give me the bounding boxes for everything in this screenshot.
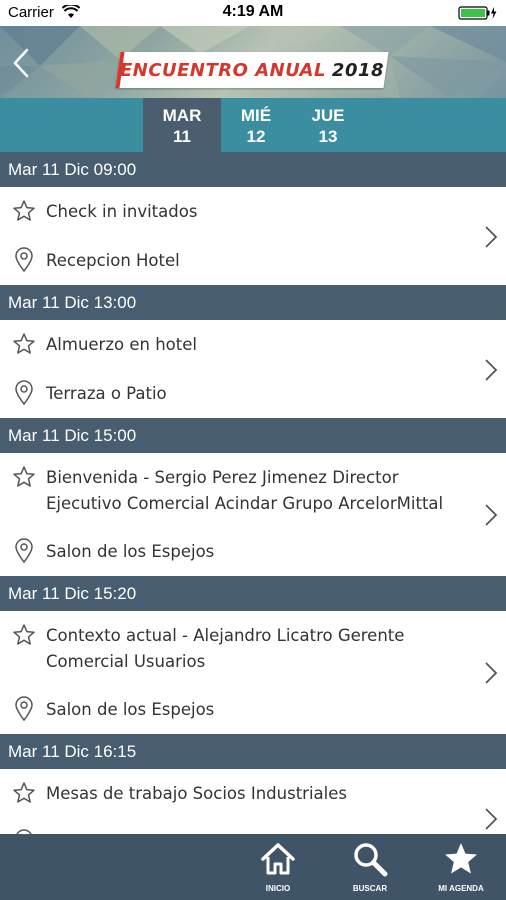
location-pin-icon: [15, 380, 33, 406]
tab-day-number: 11: [173, 127, 191, 146]
location-pin-icon: [15, 538, 33, 564]
chevron-right-icon: [485, 504, 498, 526]
location-pin-icon: [15, 247, 33, 273]
back-icon[interactable]: [12, 48, 30, 78]
session-title: Mesas de trabajo Socios Industriales: [46, 784, 347, 803]
time-section-header: Mar 11 Dic 13:00: [0, 285, 506, 320]
nav-label: INICIO: [265, 884, 291, 893]
tab-day-name: MIÉ: [240, 106, 272, 125]
session-item[interactable]: Almuerzo en hotel Terraza o Patio: [0, 320, 506, 418]
star-icon[interactable]: [12, 781, 36, 805]
session-title: Check in invitados: [46, 202, 198, 221]
time-section-header: Mar 11 Dic 15:00: [0, 418, 506, 453]
session-location: Recepcion Hotel: [46, 251, 180, 270]
session-title-line: Comercial Usuarios: [46, 652, 206, 671]
chevron-right-icon: [485, 226, 498, 248]
tab-day-number: 13: [318, 127, 338, 146]
chevron-right-icon: [485, 808, 498, 830]
tab-day-mar-11[interactable]: MAR 11: [143, 98, 221, 152]
chevron-right-icon: [485, 359, 498, 381]
session-item[interactable]: Check in invitados Recepcion Hotel: [0, 187, 506, 285]
tab-day-jue-13[interactable]: JUE 13: [289, 98, 367, 152]
home-icon: [261, 843, 295, 875]
status-bar: Carrier 4:19 AM: [0, 0, 506, 26]
star-icon: [445, 843, 477, 874]
bottom-nav: INICIO BUSCAR MI AGENDA: [0, 834, 506, 900]
tab-day-name: MAR: [162, 106, 202, 125]
session-location: Terraza o Patio: [46, 384, 167, 403]
nav-mi-agenda[interactable]: MI AGENDA: [421, 834, 501, 900]
session-title-line: Ejecutivo Comercial Acindar Grupo Arcelo…: [46, 494, 444, 513]
nav-inicio[interactable]: INICIO: [238, 834, 318, 900]
star-icon[interactable]: [12, 199, 36, 223]
tab-day-number: 12: [246, 127, 266, 146]
star-icon[interactable]: [12, 332, 36, 356]
session-item[interactable]: Mesas de trabajo Socios Industriales: [0, 769, 506, 834]
event-title-plate: ENCUENTRO ANUAL 2018: [115, 52, 389, 88]
session-item[interactable]: Bienvenida - Sergio Perez Jimenez Direct…: [0, 453, 506, 576]
search-icon: [354, 843, 388, 877]
star-icon[interactable]: [12, 623, 36, 647]
time-section-header: Mar 11 Dic 15:20: [0, 576, 506, 611]
header-banner: ENCUENTRO ANUAL 2018: [0, 26, 506, 98]
event-title: ENCUENTRO ANUAL: [119, 59, 326, 81]
tab-day-name: JUE: [311, 106, 345, 125]
session-item[interactable]: Contexto actual - Alejandro Licatro Gere…: [0, 611, 506, 734]
session-location: Salon de los Espejos: [46, 542, 215, 561]
schedule-list[interactable]: Mar 11 Dic 09:00 Check in invitados Rece…: [0, 152, 506, 834]
battery-icon: [458, 6, 497, 20]
session-location: Salon de los Espejos: [46, 700, 215, 719]
status-time: 4:19 AM: [222, 3, 284, 20]
time-section-header: Mar 11 Dic 16:15: [0, 734, 506, 769]
star-icon[interactable]: [12, 465, 36, 489]
session-title-line: Contexto actual - Alejandro Licatro Gere…: [46, 626, 405, 645]
time-section-header: Mar 11 Dic 09:00: [0, 152, 506, 187]
nav-label: BUSCAR: [352, 884, 388, 893]
nav-label: MI AGENDA: [438, 884, 484, 893]
event-year: 2018: [331, 59, 385, 81]
location-pin-icon: [15, 696, 33, 722]
session-title-line: Bienvenida - Sergio Perez Jimenez Direct…: [46, 468, 399, 487]
nav-buscar[interactable]: BUSCAR: [330, 834, 410, 900]
session-title: Almuerzo en hotel: [46, 335, 197, 354]
tab-day-mie-12[interactable]: MIÉ 12: [217, 98, 295, 152]
chevron-right-icon: [485, 662, 498, 684]
day-tabs: MAR 11 MIÉ 12 JUE 13: [0, 98, 506, 152]
